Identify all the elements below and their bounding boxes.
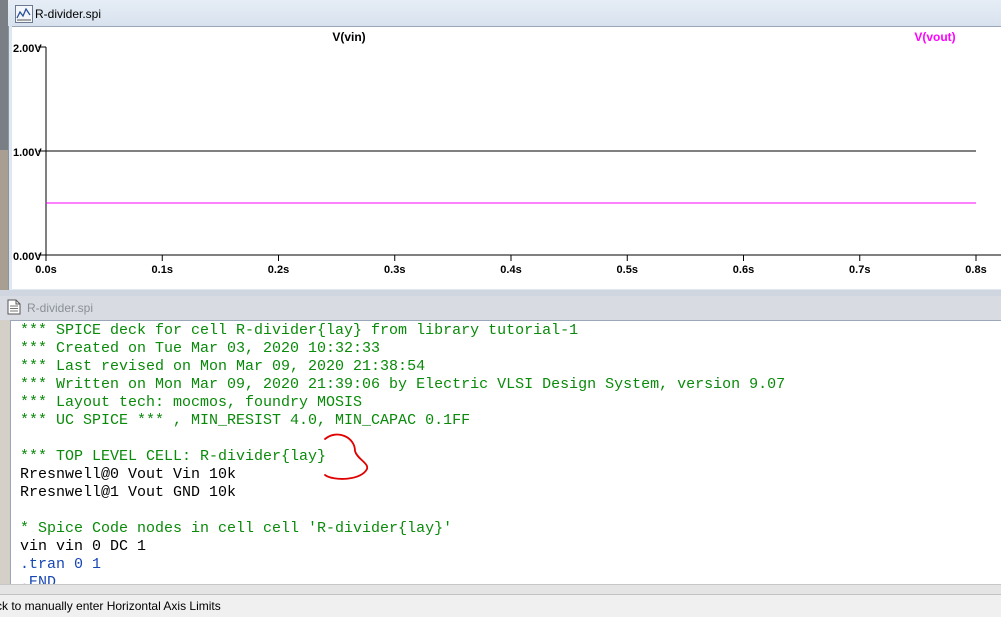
x-tick-label: 0.1s	[152, 264, 173, 276]
netlist-window-title: R-divider.spi	[27, 301, 94, 315]
x-tick-label: 0.5s	[617, 264, 638, 276]
y-tick-label: 1.00V	[13, 147, 42, 159]
x-tick-label: 0.2s	[268, 264, 289, 276]
legend-vout: V(vout)	[914, 30, 955, 44]
hand-drawn-circle-annotation	[324, 433, 369, 480]
waveform-plot-pane[interactable]: 0.00V 1.00V 2.00V 0.0s 0.1s 0.2s 0.3s 0.4s 0.5s 0…	[12, 26, 1001, 289]
x-tick-label: 0.3s	[384, 264, 405, 276]
waveform-chart[interactable]: 0.00V 1.00V 2.00V 0.0s 0.1s 0.2s 0.3s 0.4s 0.5s 0…	[12, 27, 1001, 289]
legend-vin: V(vin)	[332, 30, 365, 44]
x-tick-label: 0.6s	[733, 264, 754, 276]
x-tick-label: 0.0s	[35, 264, 56, 276]
netlist-line: *** Layout tech: mocmos, foundry MOSIS	[20, 394, 363, 411]
x-tick-label: 0.7s	[849, 264, 870, 276]
netlist-line: *** Last revised on Mon Mar 09, 2020 21:…	[20, 358, 426, 375]
netlist-line: *** Created on Tue Mar 03, 2020 10:32:33	[20, 340, 381, 357]
netlist-line: *** TOP LEVEL CELL: R-divider{lay}	[20, 448, 327, 465]
netlist-window-title-bar[interactable]: R-divider.spi	[0, 296, 1001, 320]
waveform-window-title: R-divider.spi	[35, 7, 102, 21]
x-tick-label: 0.4s	[500, 264, 521, 276]
waveform-plot-icon	[15, 5, 33, 23]
waveform-window-title-bar[interactable]: R-divider.spi	[8, 0, 1001, 26]
netlist-document-icon	[7, 299, 21, 315]
desktop-edge-lower	[0, 150, 8, 290]
y-tick-label: 0.00V	[13, 251, 42, 263]
netlist-line: Rresnwell@1 Vout GND 10k	[20, 484, 237, 501]
x-tick-label: 0.8s	[965, 264, 986, 276]
netlist-text-area[interactable]: *** SPICE deck for cell R-divider{lay} f…	[10, 320, 1001, 585]
netlist-line: vin vin 0 DC 1	[20, 538, 147, 555]
netlist-line: *** SPICE deck for cell R-divider{lay} f…	[20, 322, 579, 339]
netlist-line: *** Written on Mon Mar 09, 2020 21:39:06…	[20, 376, 786, 393]
netlist-line: *** UC SPICE *** , MIN_RESIST 4.0, MIN_C…	[20, 412, 471, 429]
y-tick-label: 2.00V	[13, 43, 42, 55]
netlist-line: * Spice Code nodes in cell cell 'R-divid…	[20, 520, 453, 537]
netlist-line: Rresnwell@0 Vout Vin 10k	[20, 466, 237, 483]
status-text: ck to manually enter Horizontal Axis Lim…	[0, 599, 221, 613]
netlist-line: .tran 0 1	[20, 556, 102, 573]
status-bar: ck to manually enter Horizontal Axis Lim…	[0, 594, 1001, 617]
